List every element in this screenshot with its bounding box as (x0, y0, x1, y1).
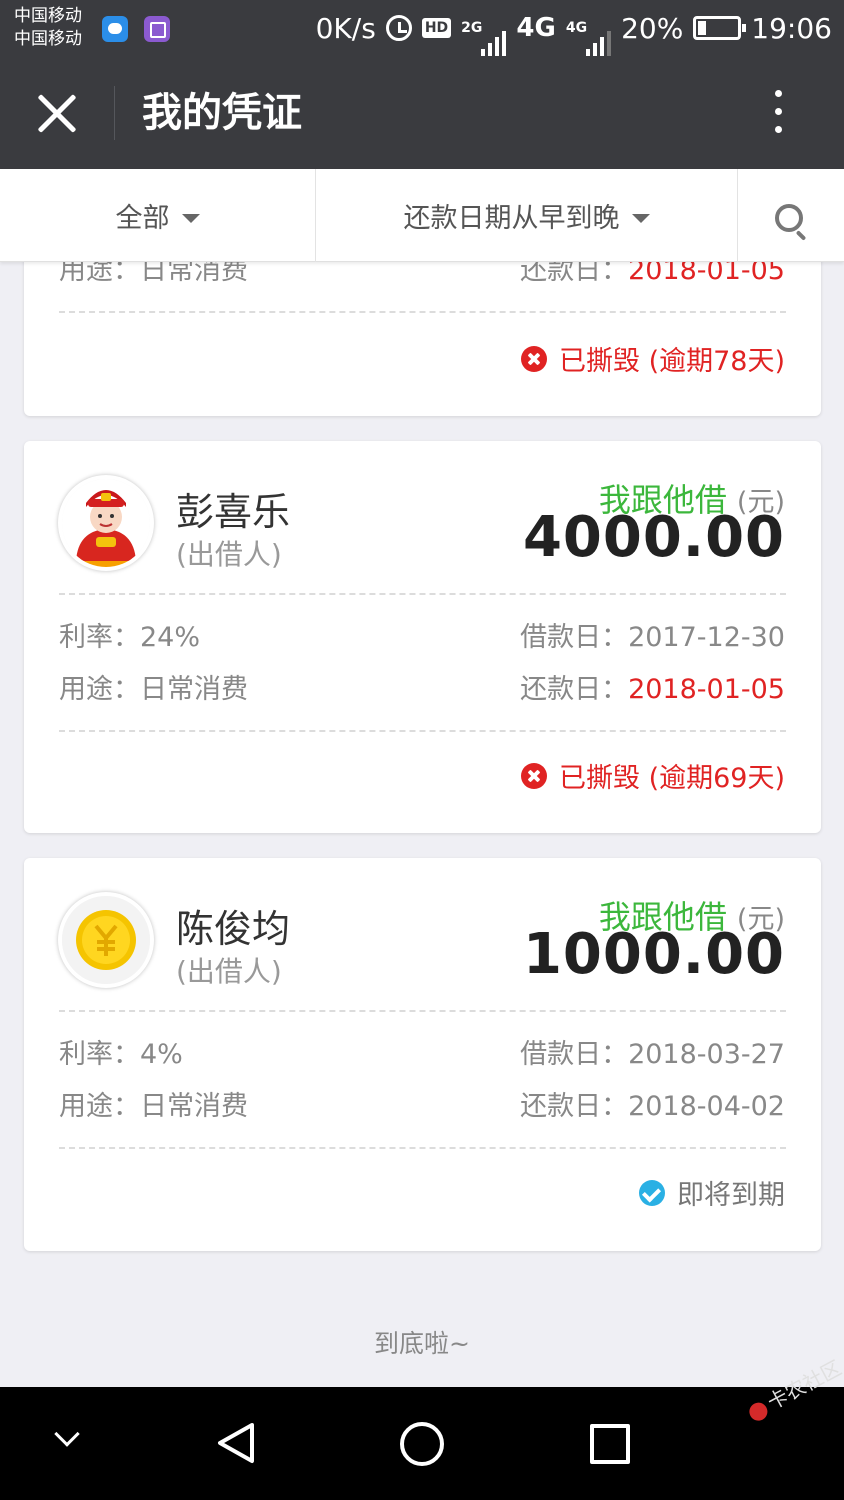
voucher-list: 用途：日常消费 还款日：2018-01-05 已撕毁 (逾期78天) 彭喜乐 (… (0, 262, 844, 1387)
divider (59, 1147, 786, 1149)
carrier-info: 中国移动 中国移动 (14, 5, 82, 51)
sort-label: 还款日期从早到晚 (403, 203, 620, 234)
voucher-card[interactable]: 用途：日常消费 还款日：2018-01-05 已撕毁 (逾期78天) (24, 262, 821, 416)
rate-value: 24% (140, 622, 201, 653)
divider (59, 1010, 786, 1012)
purpose-value: 日常消费 (140, 262, 248, 286)
close-icon[interactable] (30, 86, 84, 140)
repay-date-label: 还款日： (520, 674, 629, 705)
signal-4g-label: 4G (565, 20, 588, 36)
status-text: 已撕毁 (逾期69天) (558, 763, 785, 794)
lender-name: 陈俊均 (176, 907, 291, 951)
search-icon (775, 203, 803, 232)
purpose-label: 用途： (59, 1091, 140, 1122)
lender-name: 彭喜乐 (176, 490, 291, 534)
error-icon (520, 345, 547, 372)
status-badge: 即将到期 (639, 1173, 785, 1212)
signal-bars-icon (586, 31, 612, 57)
status-text: 即将到期 (677, 1180, 785, 1211)
avatar (58, 475, 154, 571)
purpose-row: 用途：日常消费 (59, 667, 248, 706)
divider (59, 593, 786, 595)
lender-role: (出借人) (176, 538, 282, 571)
status-bar: 中国移动 中国移动 0K/s HD 2G 4G 4G 20% 19:06 (0, 0, 844, 57)
caret-down-icon (181, 214, 200, 223)
purpose-label: 用途： (59, 262, 140, 286)
signal-4g: 4G (565, 20, 612, 57)
repay-date-value: 2018-04-02 (628, 1091, 785, 1122)
recent-apps-square-icon[interactable] (590, 1424, 630, 1464)
borrow-date-label: 借款日： (520, 1039, 629, 1070)
filter-all-dropdown[interactable]: 全部 (0, 169, 316, 262)
rate-label: 利率： (59, 622, 140, 653)
error-icon (520, 762, 547, 789)
battery-percent: 20% (621, 11, 684, 45)
alarm-icon (385, 15, 412, 41)
repay-date-row: 还款日：2018-04-02 (520, 1084, 785, 1123)
clock: 19:06 (751, 11, 832, 45)
voucher-card[interactable]: 彭喜乐 (出借人) 我跟他借 (元) 4000.00 利率：24% 借款日：201… (24, 441, 821, 833)
network-4g: 4G (516, 13, 556, 43)
purpose-value: 日常消费 (140, 1091, 248, 1122)
avatar (58, 892, 154, 988)
rate-row: 利率：4% (59, 1032, 183, 1071)
repay-date-label: 还款日： (520, 262, 629, 286)
yuan-coin-icon (62, 896, 150, 984)
status-badge: 已撕毁 (逾期78天) (520, 339, 785, 378)
rate-row: 利率：24% (59, 615, 200, 654)
rate-label: 利率： (59, 1039, 140, 1070)
borrow-date-row: 借款日：2018-03-27 (520, 1032, 785, 1071)
check-circle-icon (639, 1179, 665, 1206)
status-badge: 已撕毁 (逾期69天) (520, 756, 785, 795)
title-divider (114, 86, 115, 140)
repay-date-label: 还款日： (520, 1091, 629, 1122)
home-circle-icon[interactable] (400, 1422, 444, 1466)
end-of-list-note: 到底啦~ (374, 1329, 470, 1358)
repay-date-value: 2018-01-05 (628, 262, 785, 286)
filter-all-label: 全部 (115, 203, 170, 234)
borrow-date-label: 借款日： (520, 622, 629, 653)
back-triangle-icon[interactable] (214, 1421, 258, 1465)
signal-bars-icon (481, 31, 507, 57)
repay-date-row: 还款日：2018-01-05 (520, 667, 785, 706)
divider (59, 311, 786, 313)
borrow-date-value: 2018-03-27 (628, 1039, 785, 1070)
repay-date-row: 还款日：2018-01-05 (520, 262, 785, 287)
purpose-row: 用途：日常消费 (59, 262, 248, 287)
lender-role: (出借人) (176, 955, 282, 988)
title-bar: 我的凭证 (0, 56, 844, 169)
status-text: 已撕毁 (逾期78天) (558, 346, 785, 377)
borrow-date-value: 2017-12-30 (628, 622, 785, 653)
sort-dropdown[interactable]: 还款日期从早到晚 (316, 169, 738, 262)
repay-date-value: 2018-01-05 (628, 674, 785, 705)
rate-value: 4% (140, 1039, 183, 1070)
message-app-icon (102, 16, 128, 42)
purpose-row: 用途：日常消费 (59, 1084, 248, 1123)
divider (59, 730, 786, 732)
network-speed: 0K/s (315, 11, 376, 45)
battery-icon (693, 16, 747, 40)
navigation-bar (0, 1387, 844, 1500)
gallery-app-icon (144, 16, 170, 42)
caret-down-icon (631, 214, 650, 223)
loan-amount: 1000.00 (522, 922, 785, 987)
filter-bar: 全部 还款日期从早到晚 (0, 169, 844, 262)
chevron-down-icon[interactable] (54, 1421, 80, 1447)
signal-2g: 2G (461, 20, 507, 57)
carrier-2: 中国移动 (14, 29, 82, 49)
hd-badge: HD (421, 18, 452, 38)
fortune-god-avatar-icon (62, 479, 150, 567)
voucher-card[interactable]: 陈俊均 (出借人) 我跟他借 (元) 1000.00 利率：4% 借款日：2018… (24, 858, 821, 1251)
more-menu-icon[interactable] (766, 86, 790, 140)
purpose-value: 日常消费 (140, 674, 248, 705)
signal-2g-label: 2G (461, 20, 483, 36)
search-button[interactable] (738, 169, 844, 262)
page-title: 我的凭证 (142, 90, 302, 136)
loan-amount: 4000.00 (522, 505, 785, 570)
borrow-date-row: 借款日：2017-12-30 (520, 615, 785, 654)
carrier-1: 中国移动 (14, 6, 82, 26)
purpose-label: 用途： (59, 674, 140, 705)
